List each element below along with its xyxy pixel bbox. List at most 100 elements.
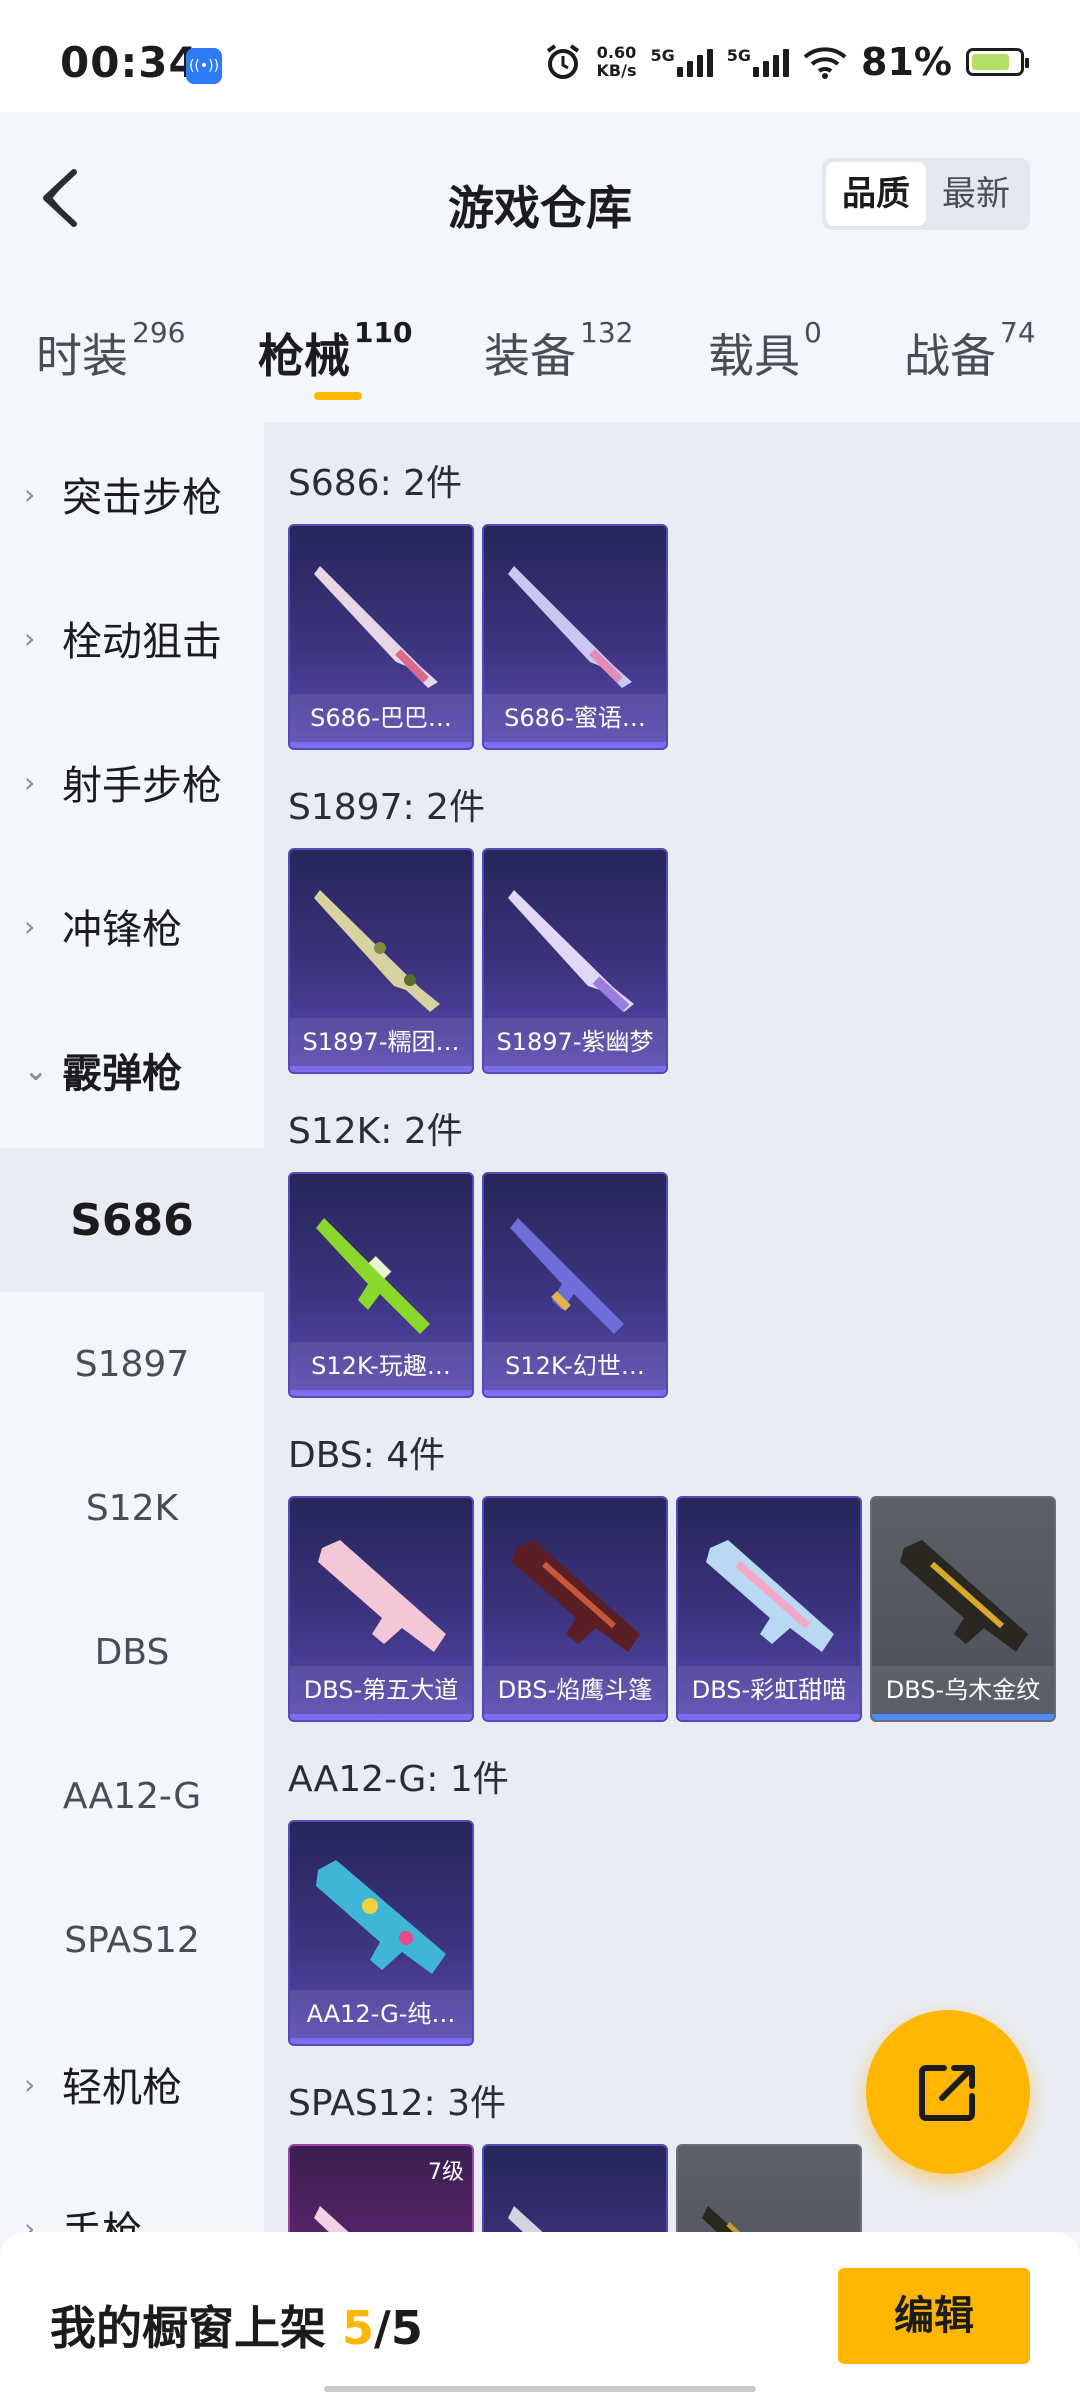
home-indicator bbox=[324, 2386, 756, 2392]
sidebar-subitem-s1897[interactable]: S1897 bbox=[0, 1292, 264, 1436]
tab-equipment[interactable]: 装备 132 bbox=[484, 316, 633, 386]
chevron-down-icon: ⌄ bbox=[24, 1053, 48, 1087]
shotgun-icon bbox=[508, 890, 634, 1012]
wifi-icon bbox=[803, 47, 847, 79]
alarm-icon bbox=[546, 44, 579, 79]
sort-option-quality[interactable]: 品质 bbox=[826, 162, 926, 226]
item-name: S1897-糯团… bbox=[290, 1018, 472, 1066]
item-name: DBS-彩虹甜喵 bbox=[678, 1666, 860, 1714]
item-name: AA12-G-纯… bbox=[290, 1990, 472, 2038]
network-speed: 0.60 KB/s bbox=[596, 43, 637, 80]
item-name: S12K-玩趣… bbox=[290, 1342, 472, 1390]
item-card[interactable]: S1897-糯团… bbox=[288, 848, 474, 1074]
rarity-bar bbox=[290, 2038, 472, 2044]
battery-icon bbox=[966, 48, 1029, 76]
rarity-bar bbox=[290, 1714, 472, 1720]
chevron-right-icon: › bbox=[24, 765, 36, 799]
sidebar-subitem-s686[interactable]: S686 bbox=[0, 1148, 264, 1292]
rarity-bar bbox=[484, 1714, 666, 1720]
sidebar-item-shotgun[interactable]: ⌄ 霰弹枪 bbox=[0, 998, 264, 1142]
item-name: S1897-紫幽梦 bbox=[484, 1018, 666, 1066]
item-card[interactable]: DBS-乌木金纹 bbox=[870, 1496, 1056, 1722]
shotgun-icon bbox=[314, 890, 440, 1012]
item-name: S686-蜜语… bbox=[484, 694, 666, 742]
auto-shotgun-icon bbox=[510, 1218, 624, 1334]
sidebar-item-marksman-rifle[interactable]: › 射手步枪 bbox=[0, 710, 264, 854]
bullpup-shotgun-icon bbox=[900, 1540, 1028, 1652]
bullpup-shotgun-icon bbox=[318, 1540, 446, 1652]
group-title-s1897: S1897: 2件 bbox=[288, 787, 485, 828]
sidebar-item-lmg[interactable]: › 轻机枪 bbox=[0, 2012, 264, 2156]
rarity-bar bbox=[290, 1390, 472, 1396]
item-name: DBS-第五大道 bbox=[290, 1666, 472, 1714]
item-card[interactable]: S686-巴巴… bbox=[288, 524, 474, 750]
sidebar-item-assault-rifle[interactable]: › 突击步枪 bbox=[0, 422, 264, 566]
item-name: S686-巴巴… bbox=[290, 694, 472, 742]
edit-button[interactable]: 编辑 bbox=[838, 2268, 1030, 2364]
item-card[interactable]: S686-蜜语… bbox=[482, 524, 668, 750]
item-card[interactable] bbox=[676, 2144, 862, 2232]
item-card[interactable]: DBS-焰鹰斗篷 bbox=[482, 1496, 668, 1722]
tab-fashion[interactable]: 时装 296 bbox=[36, 316, 185, 386]
share-button[interactable] bbox=[866, 2010, 1030, 2174]
item-grid: S686: 2件 S686-巴巴… S686-蜜语… S1897: 2件 S18… bbox=[264, 422, 1080, 2232]
battery-percent: 81% bbox=[861, 40, 952, 84]
group-title-s12k: S12K: 2件 bbox=[288, 1111, 463, 1152]
rarity-bar bbox=[484, 1390, 666, 1396]
shotgun-icon bbox=[314, 566, 438, 688]
item-name: S12K-幻世… bbox=[484, 1342, 666, 1390]
shotgun-icon bbox=[702, 2206, 741, 2232]
showcase-status: 我的橱窗上架 5/5 bbox=[50, 2301, 423, 2355]
active-tab-indicator bbox=[314, 392, 362, 400]
item-name: DBS-乌木金纹 bbox=[872, 1666, 1054, 1714]
shotgun-icon bbox=[508, 2206, 543, 2232]
showcase-footer: 我的橱窗上架 5/5 编辑 bbox=[0, 2232, 1080, 2400]
chevron-right-icon: › bbox=[24, 909, 36, 943]
signal-bars-icon bbox=[753, 47, 790, 77]
item-card[interactable]: DBS-彩虹甜喵 bbox=[676, 1496, 862, 1722]
rarity-bar bbox=[872, 1714, 1054, 1720]
status-icons: 0.60 KB/s 5G 5G 81% bbox=[543, 40, 1029, 84]
sidebar-item-smg[interactable]: › 冲锋枪 bbox=[0, 854, 264, 998]
item-card[interactable] bbox=[482, 2144, 668, 2232]
signal-bars-icon bbox=[676, 47, 713, 77]
sort-option-newest[interactable]: 最新 bbox=[926, 162, 1026, 226]
rarity-bar bbox=[678, 1714, 860, 1720]
sidebar: › 突击步枪 › 栓动狙击 › 射手步枪 › 冲锋枪 ⌄ 霰弹枪 S686 S1897 S… bbox=[0, 422, 264, 2255]
tab-supplies[interactable]: 战备 74 bbox=[904, 316, 1036, 386]
chevron-right-icon: › bbox=[24, 2067, 36, 2101]
group-title-s686: S686: 2件 bbox=[288, 463, 463, 504]
sidebar-item-bolt-sniper[interactable]: › 栓动狙击 bbox=[0, 566, 264, 710]
item-card[interactable]: AA12-G-纯… bbox=[288, 1820, 474, 2046]
chevron-right-icon: › bbox=[24, 477, 36, 511]
tab-firearms[interactable]: 枪械 110 bbox=[258, 316, 412, 386]
rarity-bar bbox=[290, 1066, 472, 1072]
rarity-bar bbox=[290, 742, 472, 748]
group-title-dbs: DBS: 4件 bbox=[288, 1435, 446, 1476]
tab-vehicles[interactable]: 载具 0 bbox=[708, 316, 822, 386]
bullpup-shotgun-icon bbox=[512, 1540, 640, 1652]
sidebar-subitem-s12k[interactable]: S12K bbox=[0, 1436, 264, 1580]
share-icon bbox=[919, 2065, 975, 2121]
signal-5g-2: 5G bbox=[727, 47, 790, 77]
item-card[interactable]: S12K-幻世… bbox=[482, 1172, 668, 1398]
bullpup-shotgun-icon bbox=[706, 1540, 834, 1652]
sidebar-subitem-spas12[interactable]: SPAS12 bbox=[0, 1868, 264, 2012]
shotgun-icon bbox=[508, 566, 632, 688]
status-time: 00:34 bbox=[60, 38, 199, 87]
rarity-bar bbox=[484, 742, 666, 748]
item-card[interactable]: S12K-玩趣… bbox=[288, 1172, 474, 1398]
hotspot-icon: ((•)) bbox=[186, 48, 222, 84]
sidebar-subitem-aa12g[interactable]: AA12-G bbox=[0, 1724, 264, 1868]
status-bar: 00:34 ((•)) 0.60 KB/s 5G 5G 81% bbox=[0, 0, 1080, 112]
shotgun-icon bbox=[314, 2206, 349, 2232]
item-card[interactable]: S1897-紫幽梦 bbox=[482, 848, 668, 1074]
rarity-bar bbox=[484, 1066, 666, 1072]
app-header: 游戏仓库 品质 最新 bbox=[0, 112, 1080, 282]
sidebar-subitem-dbs[interactable]: DBS bbox=[0, 1580, 264, 1724]
auto-shotgun-icon bbox=[316, 1218, 430, 1334]
item-name: DBS-焰鹰斗篷 bbox=[484, 1666, 666, 1714]
group-title-aa12g: AA12-G: 1件 bbox=[288, 1759, 509, 1800]
item-card[interactable]: DBS-第五大道 bbox=[288, 1496, 474, 1722]
item-card[interactable]: 7级 bbox=[288, 2144, 474, 2232]
